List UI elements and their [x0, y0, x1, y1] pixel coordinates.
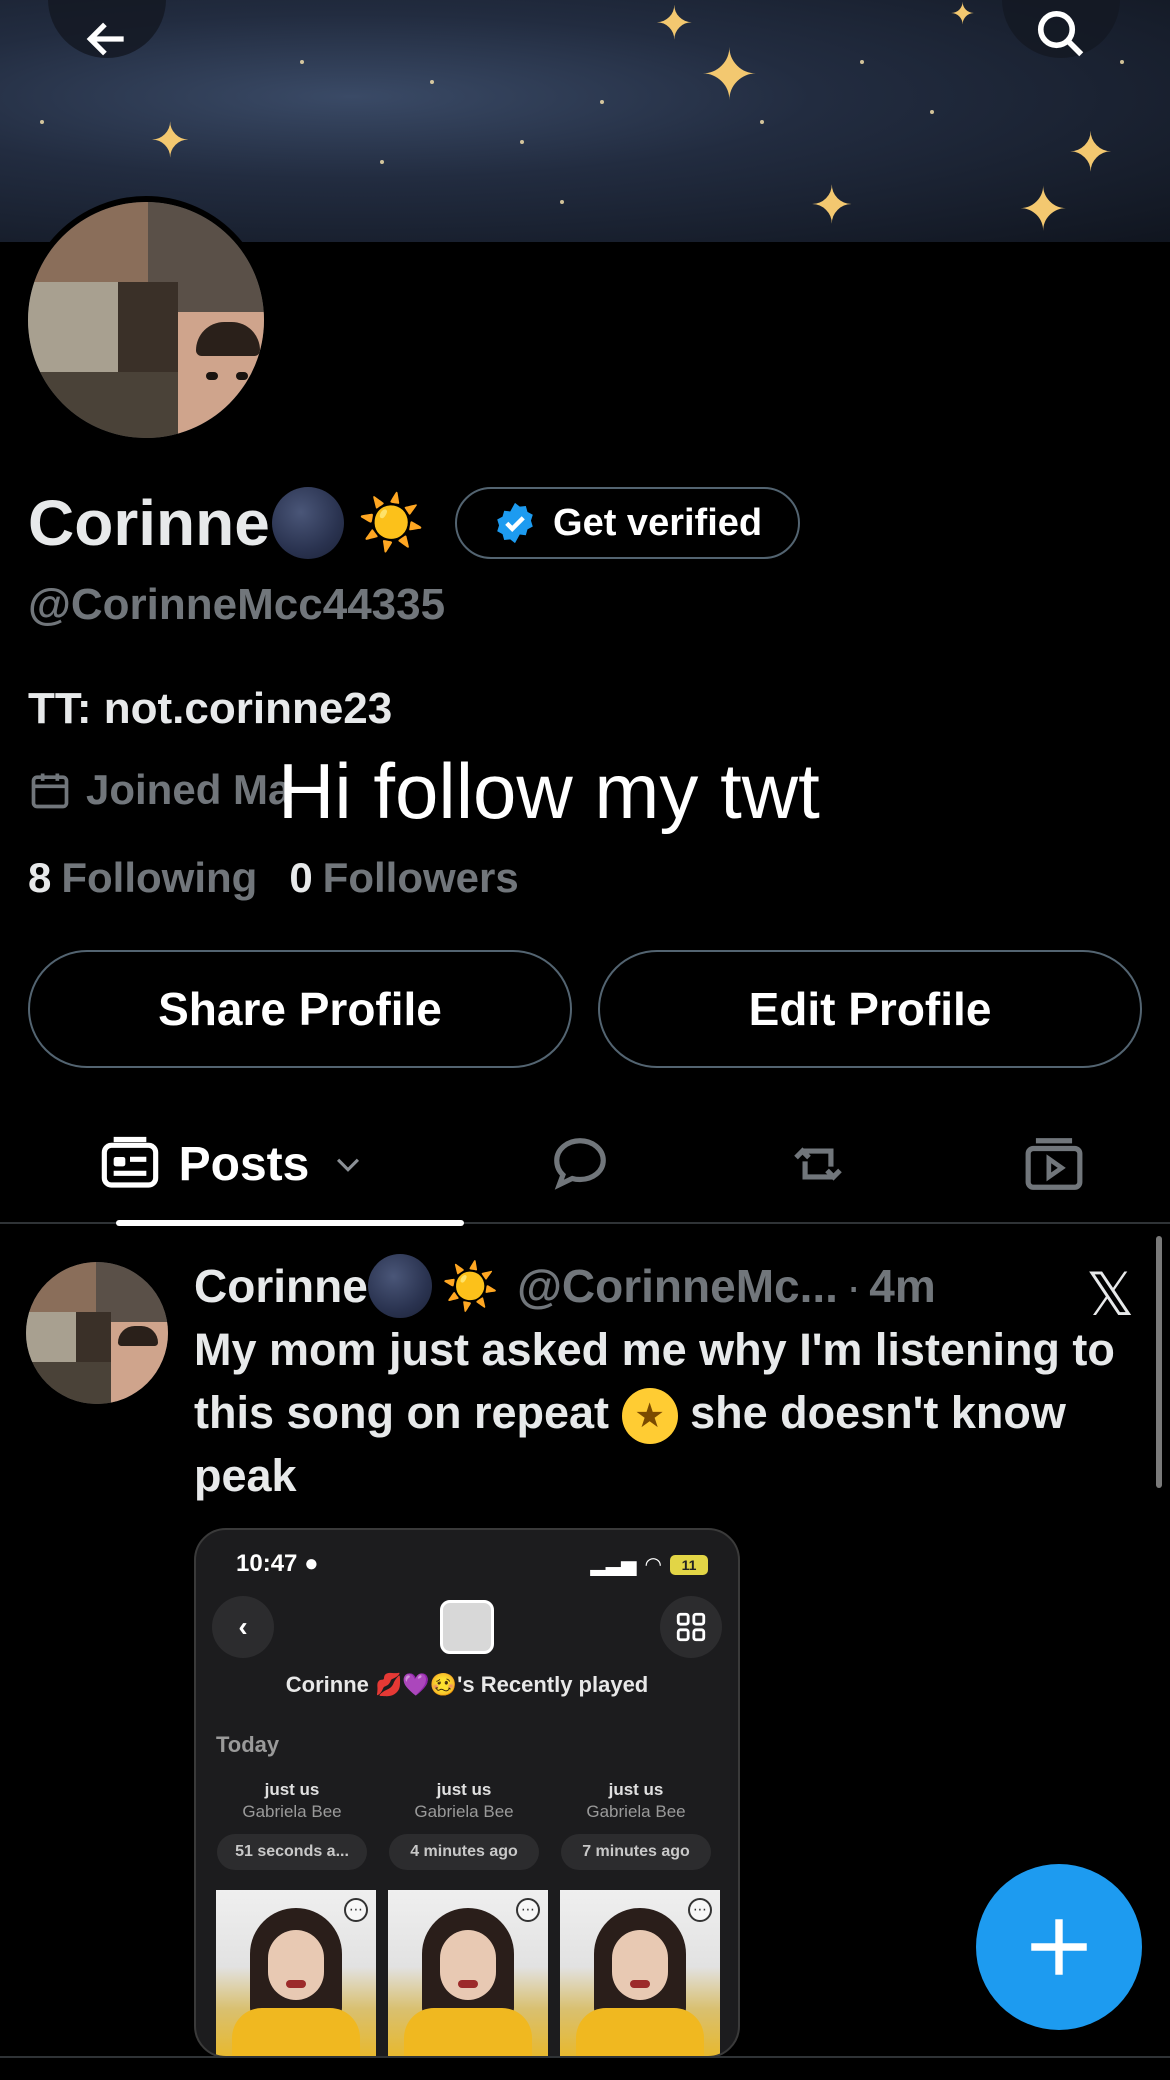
- joined-date: Joined Ma: [28, 766, 291, 814]
- embed-status-icons: ▂▃▅ ◠ 11: [590, 1552, 708, 1577]
- chevron-down-icon: [337, 1158, 360, 1172]
- post-header: Corinne ☀️ @CorinneMc... · 4m: [194, 1254, 936, 1318]
- tab-media[interactable]: [994, 1104, 1114, 1224]
- following-label[interactable]: Following: [61, 854, 257, 902]
- get-verified-label: Get verified: [553, 501, 763, 544]
- sun-emoji-icon: ☀️: [441, 1259, 500, 1312]
- sun-emoji-icon: ☀️: [357, 492, 426, 553]
- post-author-avatar[interactable]: [26, 1262, 168, 1404]
- tab-replies[interactable]: [520, 1104, 640, 1224]
- post-timestamp: 4m: [869, 1260, 936, 1312]
- more-icon: ⋯: [688, 1898, 712, 1922]
- post-text: My mom just asked me why I'm listening t…: [194, 1324, 1115, 1502]
- edit-profile-button[interactable]: Edit Profile: [598, 950, 1142, 1068]
- replies-icon: [554, 1138, 606, 1190]
- get-verified-button[interactable]: Get verified: [455, 487, 801, 559]
- back-button[interactable]: [48, 0, 166, 58]
- tab-posts[interactable]: Posts: [58, 1104, 464, 1226]
- star-icon: ✦: [950, 0, 976, 31]
- embed-album-art: ⋯: [216, 1890, 376, 2056]
- more-icon: ⋯: [516, 1898, 540, 1922]
- post-image[interactable]: 10:47 ● ▂▃▅ ◠ 11 ‹ Corinne 💋💜🥴's Recentl…: [194, 1528, 740, 2058]
- profile-name: Corinne: [28, 487, 270, 559]
- posts-icon: [101, 1136, 158, 1188]
- battery-icon: 11: [670, 1554, 708, 1575]
- moon-emoji-icon: [271, 487, 344, 559]
- moon-emoji-icon: [367, 1254, 432, 1318]
- profile-bio: TT: not.corinne23: [28, 684, 393, 733]
- star-icon: ✦: [150, 115, 191, 168]
- followers-label[interactable]: Followers: [323, 854, 519, 902]
- signal-icon: ▂▃▅: [590, 1554, 637, 1576]
- tab-reposts[interactable]: [758, 1104, 878, 1224]
- post-author-handle[interactable]: @CorinneMc...: [517, 1259, 838, 1313]
- calendar-icon: [31, 773, 69, 809]
- embed-status-time: 10:47 ●: [236, 1550, 319, 1577]
- divider: [0, 2056, 1170, 2058]
- embed-app-icon: [440, 1600, 494, 1654]
- scrollbar[interactable]: [1156, 1236, 1162, 1488]
- verified-badge-icon: [497, 502, 533, 544]
- separator: ·: [845, 1260, 862, 1312]
- back-arrow-icon: [86, 22, 124, 56]
- star-icon: ✦: [655, 0, 694, 49]
- media-icon: [1025, 1138, 1083, 1190]
- star-icon: ✦: [1018, 176, 1069, 242]
- star-icon: ✦: [810, 177, 854, 235]
- star-icon: ✦: [1068, 123, 1114, 183]
- post-author-name[interactable]: Corinne: [194, 1259, 368, 1313]
- wifi-icon: ◠: [644, 1554, 662, 1576]
- search-icon: [1037, 10, 1084, 57]
- embed-album-art: ⋯: [560, 1890, 720, 2056]
- profile-handle: @CorinneMcc44335: [28, 580, 446, 629]
- plus-icon: [1031, 1919, 1087, 1975]
- follow-stats: 8 Following 0 Followers: [28, 854, 551, 902]
- star-struck-emoji-icon: ★: [621, 1388, 678, 1445]
- joined-label: Joined Ma: [86, 766, 292, 813]
- embed-track: just us Gabriela Bee 7 minutes ago: [556, 1780, 716, 1870]
- star-icon: ✦: [700, 36, 759, 114]
- profile-tabs: Posts: [0, 1104, 1170, 1226]
- followers-count[interactable]: 0: [289, 854, 312, 902]
- more-icon: ⋯: [344, 1898, 368, 1922]
- search-button[interactable]: [1002, 0, 1120, 58]
- compose-post-button[interactable]: [976, 1864, 1142, 2030]
- embed-title: Corinne 💋💜🥴's Recently played: [285, 1672, 649, 1697]
- embed-grid-icon: [660, 1596, 722, 1658]
- profile-avatar[interactable]: [22, 196, 270, 444]
- person-icon: ●: [304, 1550, 319, 1577]
- caption-overlay: Hi follow my twt: [278, 747, 820, 835]
- embed-track: just us Gabriela Bee 51 seconds a...: [212, 1780, 372, 1870]
- embed-album-art: ⋯: [388, 1890, 548, 2056]
- embed-back-icon: ‹: [212, 1596, 274, 1658]
- following-count[interactable]: 8: [28, 854, 51, 902]
- tab-posts-label: Posts: [178, 1137, 310, 1191]
- share-profile-button[interactable]: Share Profile: [28, 950, 572, 1068]
- embed-track: just us Gabriela Bee 4 minutes ago: [384, 1780, 544, 1870]
- reposts-icon: [794, 1147, 842, 1181]
- embed-section-label: Today: [216, 1732, 280, 1757]
